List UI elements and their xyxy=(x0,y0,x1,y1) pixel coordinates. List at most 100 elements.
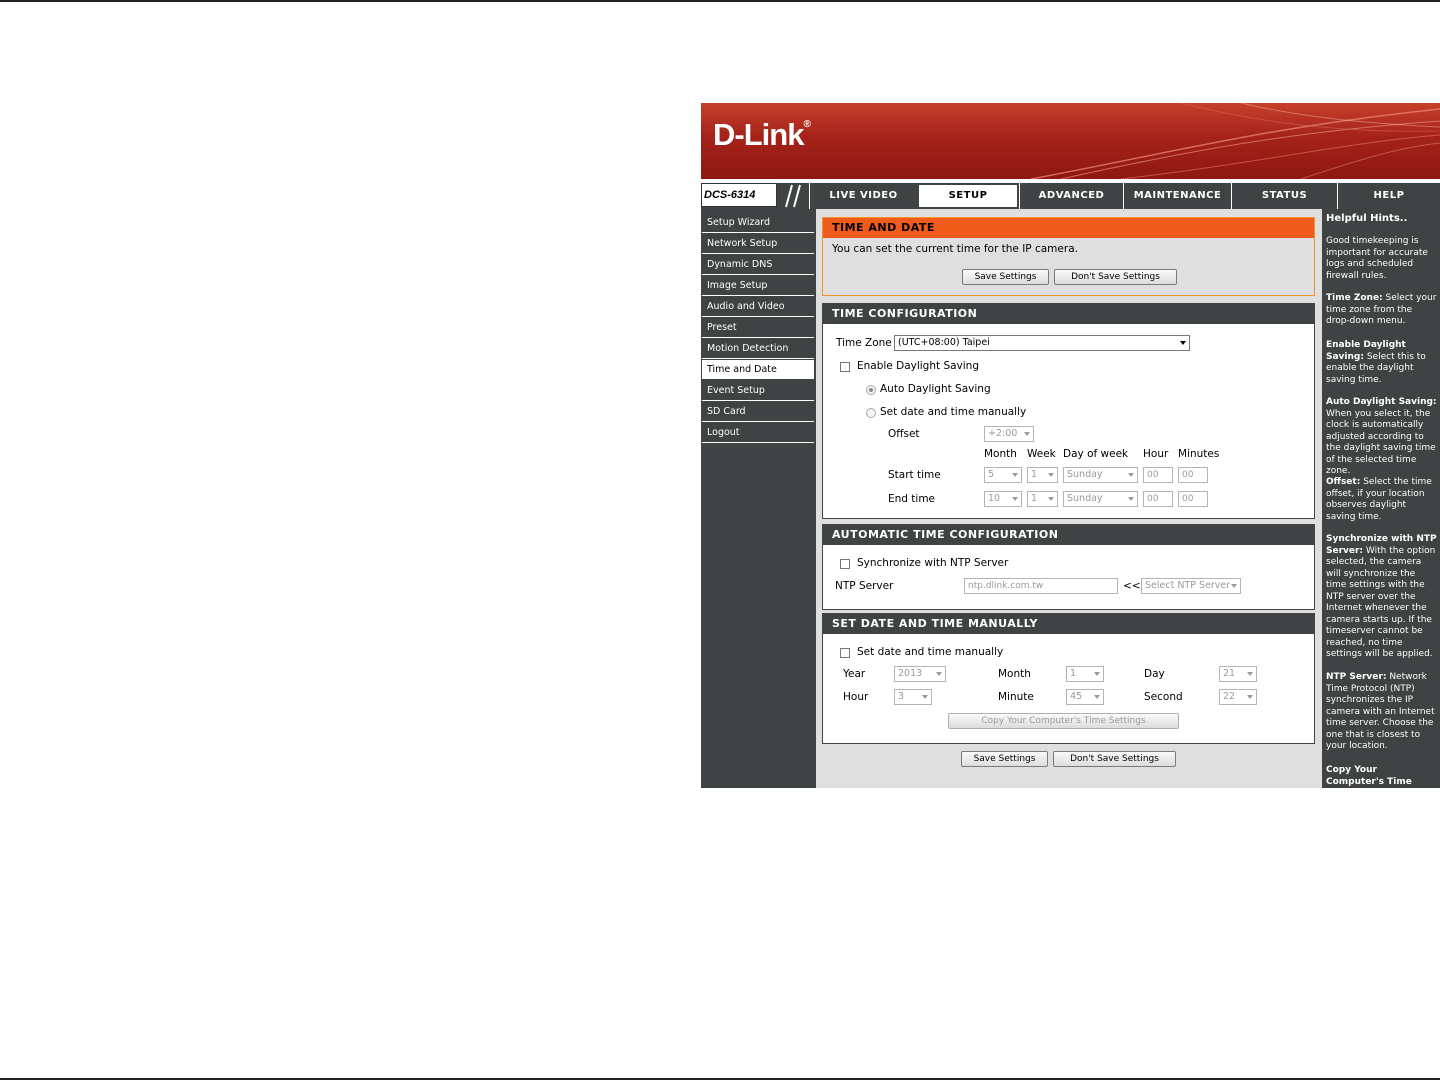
end-month-select[interactable]: 10 xyxy=(984,491,1022,507)
hour-label: Hour xyxy=(843,691,869,703)
end-week-select[interactable]: 1 xyxy=(1027,491,1058,507)
dont-save-settings-button[interactable]: Don't Save Settings xyxy=(1054,269,1177,285)
automatic-time-configuration-title: AUTOMATIC TIME CONFIGURATION xyxy=(823,525,1314,545)
set-manually-label: Set date and time manually xyxy=(857,646,1004,658)
sidebar-item-event-setup[interactable]: Event Setup xyxy=(702,381,814,401)
enable-daylight-saving-checkbox[interactable] xyxy=(840,362,850,372)
minute-select[interactable]: 45 xyxy=(1066,689,1104,705)
chevron-down-icon xyxy=(1094,695,1100,699)
ntp-server-label: NTP Server xyxy=(835,580,894,592)
sidebar-item-image-setup[interactable]: Image Setup xyxy=(702,276,814,296)
offset-select[interactable]: +2:00 xyxy=(984,426,1034,442)
day-of-week-column-header: Day of week xyxy=(1063,448,1129,460)
header-banner: D-Link® xyxy=(701,103,1440,179)
hour-select[interactable]: 3 xyxy=(894,689,932,705)
start-month-select[interactable]: 5 xyxy=(984,467,1022,483)
intro-panel: TIME AND DATE You can set the current ti… xyxy=(822,217,1315,296)
sidebar-item-time-and-date[interactable]: Time and Date xyxy=(702,360,814,380)
auto-daylight-saving-label: Auto Daylight Saving xyxy=(880,383,991,395)
tab-help[interactable]: HELP xyxy=(1337,183,1440,209)
tab-setup[interactable]: SETUP xyxy=(917,183,1019,209)
chevron-down-icon xyxy=(1247,695,1253,699)
hints-title: Helpful Hints.. xyxy=(1326,213,1408,224)
time-configuration-panel: TIME CONFIGURATION Time Zone (UTC+08:00)… xyxy=(822,303,1315,519)
tab-status[interactable]: STATUS xyxy=(1231,183,1337,209)
chevron-down-icon xyxy=(1094,672,1100,676)
minutes-column-header: Minutes xyxy=(1178,448,1220,460)
save-settings-button[interactable]: Save Settings xyxy=(962,269,1049,285)
main-content: TIME AND DATE You can set the current ti… xyxy=(816,209,1322,788)
automatic-time-configuration-panel: AUTOMATIC TIME CONFIGURATION Synchronize… xyxy=(822,524,1315,610)
top-nav: DCS-6314 LIVE VIDEO SETUP ADVANCED MAINT… xyxy=(701,183,1440,209)
minute-label: Minute xyxy=(998,691,1034,703)
time-configuration-title: TIME CONFIGURATION xyxy=(823,304,1314,324)
auto-daylight-saving-radio[interactable] xyxy=(866,385,876,395)
sidebar-item-motion-detection[interactable]: Motion Detection xyxy=(702,339,814,359)
top-rule xyxy=(0,0,1440,2)
hints-intro: Good timekeeping is important for accura… xyxy=(1326,236,1428,281)
end-hour-input[interactable]: 00 xyxy=(1143,491,1173,507)
chevron-down-icon xyxy=(1247,672,1253,676)
ntp-arrows-label: << xyxy=(1123,580,1141,592)
bottom-rule xyxy=(0,1078,1440,1080)
manual-daylight-saving-label: Set date and time manually xyxy=(880,406,1027,418)
manual-time-panel: SET DATE AND TIME MANUALLY Set date and … xyxy=(822,613,1315,744)
end-day-of-week-select[interactable]: Sunday xyxy=(1063,491,1138,507)
month-label: Month xyxy=(998,668,1031,680)
hour-column-header: Hour xyxy=(1143,448,1169,460)
sidebar-item-setup-wizard[interactable]: Setup Wizard xyxy=(702,213,814,233)
chevron-down-icon xyxy=(936,672,942,676)
tab-maintenance[interactable]: MAINTENANCE xyxy=(1123,183,1231,209)
footer-dont-save-settings-button[interactable]: Don't Save Settings xyxy=(1053,751,1176,767)
chevron-down-icon xyxy=(1128,473,1134,477)
time-zone-select[interactable]: (UTC+08:00) Taipei xyxy=(894,335,1190,351)
set-manually-checkbox[interactable] xyxy=(840,648,850,658)
start-minutes-input[interactable]: 00 xyxy=(1178,467,1208,483)
chevron-down-icon xyxy=(1048,473,1054,477)
start-hour-input[interactable]: 00 xyxy=(1143,467,1173,483)
hint-time-zone: Time Zone: Select your time zone from th… xyxy=(1326,293,1437,326)
camera-web-ui: D-Link® DCS-6314 LIVE VIDEO SETUP ADVANC… xyxy=(701,103,1440,788)
model-label: DCS-6314 xyxy=(701,183,777,207)
end-minutes-input[interactable]: 00 xyxy=(1178,491,1208,507)
month-select[interactable]: 1 xyxy=(1066,666,1104,682)
second-select[interactable]: 22 xyxy=(1219,689,1257,705)
sidebar-item-dynamic-dns[interactable]: Dynamic DNS xyxy=(702,255,814,275)
copy-computer-time-button[interactable]: Copy Your Computer's Time Settings xyxy=(948,713,1179,729)
tab-advanced[interactable]: ADVANCED xyxy=(1019,183,1123,209)
helpful-hints-panel: Helpful Hints.. Good timekeeping is impo… xyxy=(1322,209,1440,788)
hint-offset: Offset: Select the time offset, if your … xyxy=(1326,477,1432,522)
hint-enable-daylight-saving: Enable Daylight Saving: Select this to e… xyxy=(1326,340,1426,385)
chevron-down-icon xyxy=(1048,497,1054,501)
year-select[interactable]: 2013 xyxy=(894,666,946,682)
chevron-down-icon xyxy=(1012,473,1018,477)
intro-description: You can set the current time for the IP … xyxy=(832,243,1078,255)
start-day-of-week-select[interactable]: Sunday xyxy=(1063,467,1138,483)
chevron-down-icon xyxy=(1012,497,1018,501)
tab-live-video[interactable]: LIVE VIDEO xyxy=(809,183,917,209)
banner-swoosh xyxy=(1030,103,1440,179)
sync-ntp-checkbox[interactable] xyxy=(840,559,850,569)
chevron-down-icon xyxy=(1231,584,1237,588)
slash-divider-icon xyxy=(785,184,801,208)
ntp-server-input[interactable]: ntp.dlink.com.tw xyxy=(964,578,1118,594)
offset-label: Offset xyxy=(888,428,920,440)
sidebar-item-preset[interactable]: Preset xyxy=(702,318,814,338)
ntp-server-select[interactable]: Select NTP Server xyxy=(1141,578,1241,594)
sidebar-item-logout[interactable]: Logout xyxy=(702,423,814,443)
footer-save-settings-button[interactable]: Save Settings xyxy=(961,751,1048,767)
manual-time-title: SET DATE AND TIME MANUALLY xyxy=(823,614,1314,634)
chevron-down-icon xyxy=(1180,341,1186,345)
day-select[interactable]: 21 xyxy=(1219,666,1257,682)
sidebar-item-audio-and-video[interactable]: Audio and Video xyxy=(702,297,814,317)
start-week-select[interactable]: 1 xyxy=(1027,467,1058,483)
hint-copy-time: Copy Your Computer's Time xyxy=(1326,765,1412,787)
start-time-label: Start time xyxy=(888,469,941,481)
manual-daylight-saving-radio[interactable] xyxy=(866,408,876,418)
sidebar-item-network-setup[interactable]: Network Setup xyxy=(702,234,814,254)
hint-auto-daylight-saving: Auto Daylight Saving: When you select it… xyxy=(1326,397,1437,476)
sidebar-item-sd-card[interactable]: SD Card xyxy=(702,402,814,422)
hint-sync-ntp: Synchronize with NTP Server: With the op… xyxy=(1326,534,1437,659)
intro-title: TIME AND DATE xyxy=(823,218,1314,238)
sync-ntp-label: Synchronize with NTP Server xyxy=(857,557,1009,569)
